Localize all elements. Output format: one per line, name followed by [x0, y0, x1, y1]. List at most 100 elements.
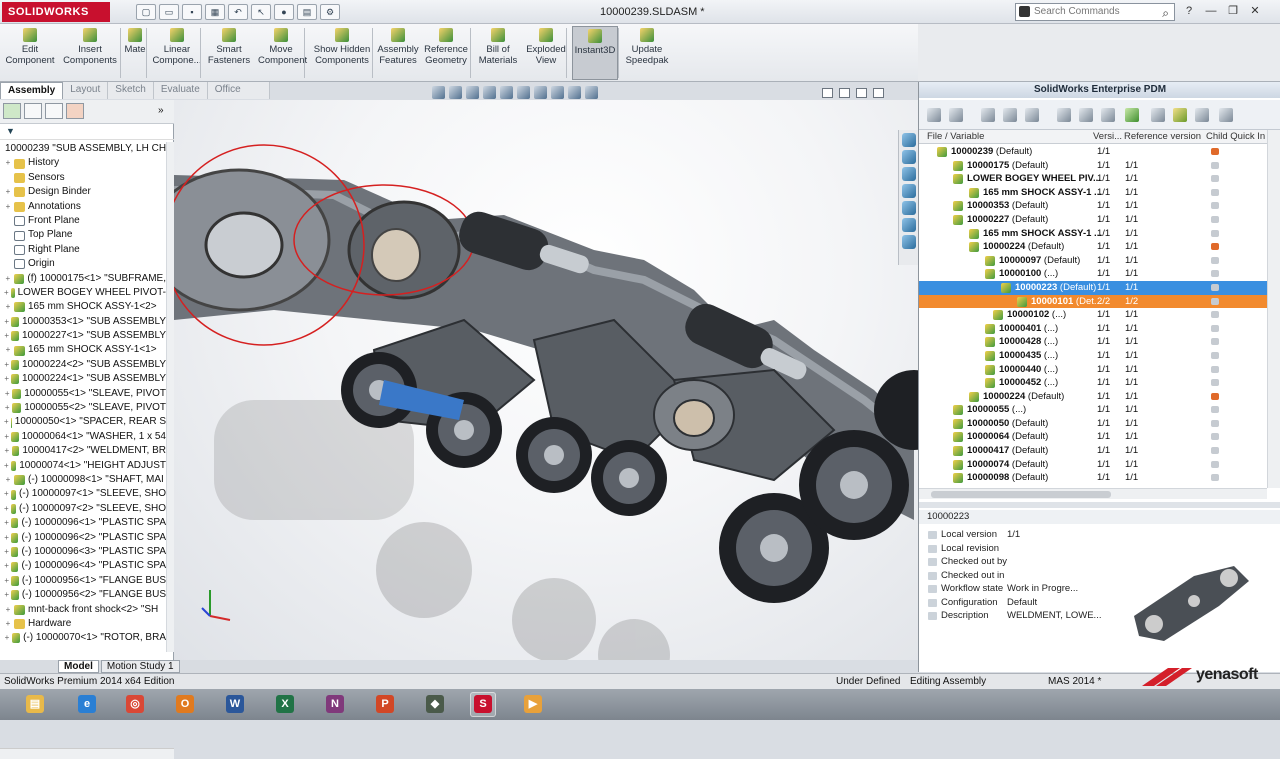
tree-item[interactable]: Right Plane — [0, 243, 166, 257]
save-icon[interactable]: ▪ — [182, 4, 202, 20]
close-button[interactable]: ✕ — [1246, 3, 1264, 19]
pdm-row[interactable]: 10000417 (Default) 1/1 1/1 — [919, 444, 1267, 458]
expand-toggle-icon[interactable]: + — [4, 473, 12, 487]
pdm-row[interactable]: LOWER BOGEY WHEEL PIV... 1/1 1/1 — [919, 172, 1267, 186]
taskbar-button[interactable]: N — [322, 692, 348, 717]
tab-sketch[interactable]: Sketch — [108, 82, 154, 99]
tree-item[interactable]: +10000050<1> "SPACER, REAR S — [0, 415, 166, 429]
tree-item[interactable]: + (f) 10000175<1> "SUBFRAME, — [0, 272, 166, 286]
command-5-button[interactable]: Move Component — [258, 26, 307, 80]
tree-item[interactable]: 10000239 "SUB ASSEMBLY, LH CH — [0, 142, 166, 156]
search-commands-input[interactable]: Search Commands ⌕ — [1015, 3, 1175, 21]
tree-item[interactable]: Sensors — [0, 171, 166, 185]
taskbar-button[interactable]: P — [372, 692, 398, 717]
tree-item[interactable]: + (-) 10000070<1> "ROTOR, BRA — [0, 631, 166, 645]
command-9-button[interactable]: Bill of Materials — [476, 26, 520, 80]
solidworks-logo[interactable]: SOLIDWORKS — [2, 2, 110, 22]
zoom-area-icon[interactable] — [449, 86, 462, 99]
tree-item[interactable]: + Hardware — [0, 617, 166, 631]
command-2-button[interactable]: Mate — [122, 26, 148, 80]
print-icon[interactable]: ▦ — [205, 4, 225, 20]
pdm-row[interactable]: 10000227 (Default) 1/1 1/1 — [919, 213, 1267, 227]
tree-item[interactable]: +10000224<1> "SUB ASSEMBLY — [0, 372, 166, 386]
view-palette-icon[interactable] — [901, 184, 916, 198]
pdm-horizontal-scrollbar[interactable] — [919, 488, 1267, 499]
pdm-row[interactable]: 10000440 (...) 1/1 1/1 — [919, 363, 1267, 377]
tree-horizontal-scrollbar[interactable] — [0, 748, 174, 759]
history-icon[interactable] — [1101, 108, 1115, 122]
undo-icon[interactable]: ↶ — [228, 4, 248, 20]
command-7-button[interactable]: Assembly Features — [376, 26, 420, 80]
section-view-icon[interactable] — [483, 86, 496, 99]
file-properties-icon[interactable]: ▤ — [297, 4, 317, 20]
command-11-button[interactable]: Instant3D — [572, 26, 618, 80]
viewport-close-icon[interactable] — [873, 88, 884, 98]
taskbar-button[interactable]: S — [470, 692, 496, 717]
pdm-row[interactable]: 10000074 (Default) 1/1 1/1 — [919, 458, 1267, 472]
appearances-icon[interactable] — [901, 201, 916, 215]
tree-item[interactable]: Origin — [0, 257, 166, 271]
minimize-button[interactable]: — — [1202, 3, 1220, 19]
expand-toggle-icon[interactable]: + — [4, 200, 12, 214]
command-1-button[interactable]: Insert Components — [60, 26, 120, 80]
tree-scrollbar[interactable] — [166, 142, 174, 652]
expand-toggle-icon[interactable]: + — [4, 617, 12, 631]
bottom-tab-0[interactable]: Model — [58, 660, 99, 673]
command-4-button[interactable]: Smart Fasteners — [206, 26, 252, 80]
edit-appearance-icon[interactable] — [551, 86, 564, 99]
expand-toggle-icon[interactable]: + — [4, 430, 9, 444]
pdm-row[interactable]: 10000055 (...) 1/1 1/1 — [919, 403, 1267, 417]
view-orientation-icon[interactable] — [500, 86, 513, 99]
tree-item[interactable]: + (-) 10000098<1> "SHAFT, MAI — [0, 473, 166, 487]
tree-item[interactable]: + LOWER BOGEY WHEEL PIVOT- — [0, 286, 166, 300]
expand-toggle-icon[interactable]: + — [4, 329, 9, 343]
expand-toggle-icon[interactable]: + — [4, 343, 12, 357]
tree-item[interactable]: +10000224<2> "SUB ASSEMBLY — [0, 358, 166, 372]
display-style-icon[interactable] — [517, 86, 530, 99]
tree-item[interactable]: +10000055<2> "SLEAVE, PIVOT — [0, 401, 166, 415]
tree-item[interactable]: + (-) 10000096<3> "PLASTIC SPA — [0, 545, 166, 559]
properties-icon[interactable] — [1079, 108, 1093, 122]
pdm-row[interactable]: 165 mm SHOCK ASSY-1 ... 1/1 1/1 — [919, 186, 1267, 200]
pdm-row[interactable]: 10000239 (Default) 1/1 — [919, 145, 1267, 159]
select-arrow-icon[interactable]: ↖ — [251, 4, 271, 20]
file-explorer-icon[interactable] — [901, 167, 916, 181]
viewport-restore-icon[interactable] — [856, 88, 867, 98]
expand-toggle-icon[interactable]: + — [4, 358, 9, 372]
expand-toggle-icon[interactable]: + — [4, 531, 9, 545]
expand-toggle-icon[interactable]: + — [4, 272, 12, 286]
expand-toggle-icon[interactable]: + — [4, 545, 9, 559]
command-0-button[interactable]: Edit Component — [4, 26, 56, 80]
tree-item[interactable]: +165 mm SHOCK ASSY-1<1> — [0, 343, 166, 357]
tree-item[interactable]: +10000055<1> "SLEAVE, PIVOT — [0, 387, 166, 401]
expand-toggle-icon[interactable]: + — [4, 444, 10, 458]
open-file-icon[interactable] — [1173, 108, 1187, 122]
tree-filter[interactable]: ▼ — [0, 124, 174, 140]
feature-manager-tab-icon[interactable] — [3, 103, 21, 119]
new-document-icon[interactable]: ▢ — [136, 4, 156, 20]
tab-office-products[interactable]: Office Products — [207, 82, 270, 111]
viewport-tile-icon[interactable] — [822, 88, 833, 98]
scroll-thumb[interactable] — [931, 491, 1111, 498]
search-options-icon[interactable] — [1219, 108, 1233, 122]
expand-toggle-icon[interactable]: + — [4, 559, 9, 573]
col-reference-version[interactable]: Reference version — [1124, 131, 1201, 142]
taskbar-button[interactable]: e — [74, 692, 100, 717]
expand-toggle-icon[interactable]: + — [4, 387, 10, 401]
pdm-row[interactable]: 165 mm SHOCK ASSY-1 ... 1/1 1/1 — [919, 227, 1267, 241]
pane-splitter[interactable] — [919, 502, 1280, 508]
pdm-row[interactable]: 10000064 (Default) 1/1 1/1 — [919, 430, 1267, 444]
expand-toggle-icon[interactable]: + — [4, 603, 12, 617]
expand-panel-icon[interactable]: » — [158, 105, 164, 116]
expand-toggle-icon[interactable]: + — [4, 574, 9, 588]
search-icon[interactable]: ⌕ — [1162, 5, 1169, 21]
taskbar-button[interactable]: O — [172, 692, 198, 717]
tab-assembly[interactable]: Assembly — [0, 82, 64, 99]
pdm-vertical-scrollbar[interactable] — [1267, 130, 1280, 488]
tree-item[interactable]: + (-) 10000097<1> "SLEEVE, SHO — [0, 487, 166, 501]
tree-item[interactable]: Top Plane — [0, 228, 166, 242]
change-state-icon[interactable] — [1057, 108, 1071, 122]
get-latest-icon[interactable] — [949, 108, 963, 122]
view-settings-icon[interactable] — [585, 86, 598, 99]
tree-item[interactable]: + (-) 10000096<2> "PLASTIC SPA — [0, 531, 166, 545]
